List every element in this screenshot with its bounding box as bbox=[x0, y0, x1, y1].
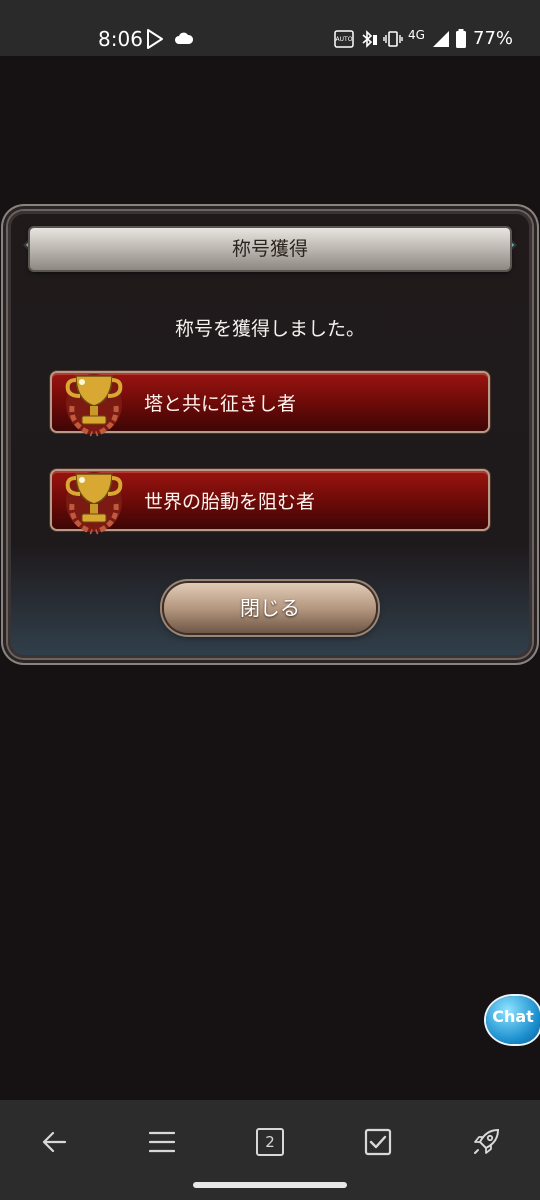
signal-icon bbox=[433, 31, 449, 47]
menu-button[interactable] bbox=[134, 1120, 190, 1164]
close-button[interactable]: 閉じる bbox=[164, 583, 376, 633]
tabs-button[interactable]: 2 bbox=[242, 1120, 298, 1164]
svg-text:AUTO: AUTO bbox=[336, 36, 353, 43]
back-arrow-icon bbox=[42, 1131, 67, 1153]
title-name: 世界の胎動を阻む者 bbox=[144, 491, 316, 513]
rocket-icon bbox=[474, 1128, 500, 1154]
checklist-button[interactable] bbox=[350, 1120, 406, 1164]
battery-percentage: 77% bbox=[473, 28, 514, 49]
title-name: 塔と共に征きし者 bbox=[144, 393, 297, 415]
rocket-button[interactable] bbox=[458, 1120, 514, 1164]
hamburger-menu-icon bbox=[149, 1131, 175, 1153]
title-acquired-dialog: 称号獲得 称号を獲得しました。 塔と共に征きし者 世界の胎動を阻む者 閉じる bbox=[8, 211, 532, 658]
title-row: 世界の胎動を阻む者 bbox=[52, 471, 488, 535]
home-indicator[interactable] bbox=[193, 1182, 347, 1188]
trophy-icon bbox=[65, 472, 123, 535]
bluetooth-battery-icon bbox=[362, 30, 377, 48]
chat-button[interactable]: Chat bbox=[486, 996, 540, 1044]
back-button[interactable] bbox=[26, 1120, 82, 1164]
network-type: 4G bbox=[408, 28, 425, 42]
dialog-message: 称号を獲得しました。 bbox=[174, 318, 365, 340]
tab-count: 2 bbox=[265, 1133, 275, 1151]
play-store-icon bbox=[147, 29, 163, 49]
title-row: 塔と共に征きし者 bbox=[52, 373, 488, 437]
trophy-icon bbox=[65, 374, 123, 437]
cloud-icon bbox=[175, 32, 194, 44]
auto-brightness-icon: AUTO bbox=[334, 30, 354, 48]
chat-label: Chat bbox=[492, 1007, 534, 1026]
dialog-title-banner: 称号獲得 bbox=[30, 228, 510, 270]
clock: 8:06 bbox=[98, 27, 143, 51]
tab-count-icon: 2 bbox=[256, 1128, 284, 1156]
battery-icon bbox=[456, 29, 466, 48]
dialog-title: 称号獲得 bbox=[231, 238, 308, 260]
status-bar: 8:06 AUTO 4G 77% bbox=[0, 0, 540, 56]
close-button-label: 閉じる bbox=[240, 596, 300, 620]
checkbox-icon bbox=[364, 1128, 392, 1156]
vibrate-icon bbox=[383, 31, 403, 47]
